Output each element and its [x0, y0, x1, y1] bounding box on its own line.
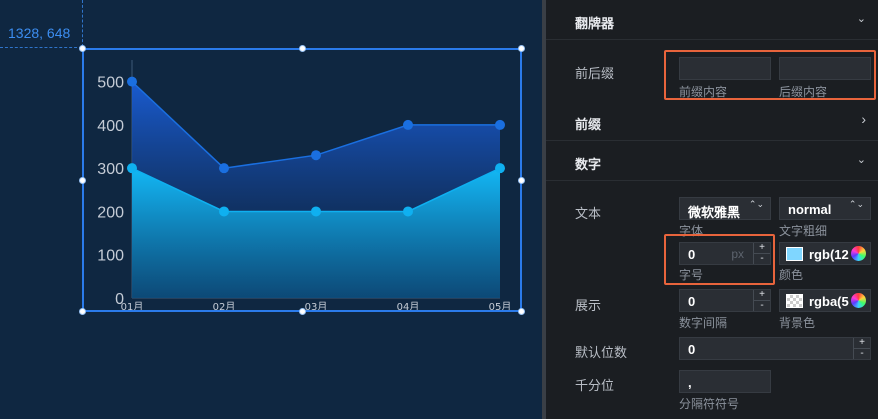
area-chart: 010020030040050001月 02月 03月 04月 05月 — [97, 60, 512, 310]
stepper-buttons[interactable]: + - — [853, 338, 870, 359]
increment-button[interactable]: + — [754, 290, 770, 300]
resize-handle-bottom-right[interactable] — [518, 308, 525, 315]
series-1-point — [219, 163, 229, 174]
thousands-caption: 分隔符符号 — [679, 397, 740, 411]
decimals-label: 默认位数 — [575, 345, 628, 360]
thousands-label: 千分位 — [575, 378, 615, 393]
position-readout: 1328, 648 — [8, 25, 71, 41]
series-1-point — [127, 76, 137, 87]
y-tick-label: 100 — [97, 248, 124, 265]
increment-button[interactable]: + — [854, 338, 870, 348]
font-weight-select[interactable]: normal ⌃⌄ — [779, 197, 871, 220]
decimals-stepper[interactable]: 0 + - — [679, 337, 871, 360]
resize-handle-right[interactable] — [518, 177, 525, 184]
resize-handle-bottom-left[interactable] — [79, 308, 86, 315]
section-flipper-title: 翻牌器 — [575, 16, 615, 31]
color-swatch — [786, 247, 803, 261]
text-label: 文本 — [575, 206, 602, 221]
background-color-picker[interactable]: rgba(5 — [779, 289, 871, 312]
prefix-suffix-label: 前后缀 — [575, 66, 615, 81]
design-canvas[interactable]: 1328, 648 0 100 200 300 400 500 01月 02月 03月 04月 05… — [0, 0, 544, 419]
y-tick-label: 500 — [97, 75, 124, 92]
text-color-picker[interactable]: rgb(12 — [779, 242, 871, 265]
select-arrows-icon: ⌃⌄ — [748, 199, 764, 209]
select-arrows-icon: ⌃⌄ — [848, 199, 864, 209]
section-number-title: 数字 — [575, 157, 602, 172]
section-prefix[interactable]: 前缀 › — [546, 101, 878, 141]
x-tick-label: 03月 — [305, 301, 328, 310]
stepper-buttons[interactable]: + - — [753, 290, 770, 311]
x-tick-label: 05月 — [489, 301, 512, 310]
x-tick-label: 02月 — [213, 301, 236, 310]
guide-line-horizontal — [0, 47, 82, 48]
y-tick-label: 400 — [97, 118, 124, 135]
decrement-button[interactable]: - — [754, 300, 770, 311]
resize-handle-top[interactable] — [299, 45, 306, 52]
chart-widget[interactable]: 0 100 200 300 400 500 01月 02月 03月 04月 05月 — [79, 45, 525, 315]
chevron-down-icon: ⌄ — [856, 154, 866, 166]
series-1-point — [403, 119, 413, 130]
color-caption: 颜色 — [779, 268, 804, 282]
series-2-point — [495, 163, 505, 174]
series-1-point — [311, 150, 321, 161]
property-panel: 翻牌器 ⌄ 前后缀 前缀内容 后缀内容 前缀 › 数字 ⌄ 文本 微软雅黑 ⌃⌄… — [546, 0, 878, 419]
highlight-frame-font-size — [664, 234, 775, 285]
series-2-point — [311, 206, 321, 217]
section-number[interactable]: 数字 ⌄ — [546, 141, 878, 181]
color-wheel-icon[interactable] — [851, 293, 866, 308]
display-label: 展示 — [575, 298, 602, 313]
resize-handle-top-right[interactable] — [518, 45, 525, 52]
series-1-point — [495, 119, 505, 130]
resize-handle-bottom[interactable] — [299, 308, 306, 315]
x-tick-label: 04月 — [397, 301, 420, 310]
chevron-down-icon: ⌄ — [856, 13, 866, 25]
transparent-swatch — [786, 294, 803, 308]
y-tick-label: 300 — [97, 161, 124, 178]
section-flipper[interactable]: 翻牌器 ⌄ — [546, 0, 878, 40]
chevron-right-icon: › — [861, 111, 866, 127]
background-color-caption: 背景色 — [779, 316, 816, 330]
font-weight-caption: 文字粗细 — [779, 224, 828, 238]
series-2-point — [219, 206, 229, 217]
section-prefix-title: 前缀 — [575, 117, 602, 132]
resize-handle-top-left[interactable] — [79, 45, 86, 52]
thousands-separator-input[interactable]: , — [679, 370, 771, 393]
y-tick-label: 200 — [97, 204, 124, 221]
series-2-point — [403, 206, 413, 217]
resize-handle-left[interactable] — [79, 177, 86, 184]
color-wheel-icon[interactable] — [851, 246, 866, 261]
x-tick-label: 01月 — [121, 301, 144, 310]
digit-spacing-stepper[interactable]: 0 + - — [679, 289, 771, 312]
decrement-button[interactable]: - — [854, 348, 870, 359]
guide-line-vertical — [82, 0, 83, 47]
highlight-frame-prefix-suffix — [664, 50, 876, 100]
digit-spacing-caption: 数字间隔 — [679, 316, 728, 330]
series-2-point — [127, 163, 137, 174]
font-family-select[interactable]: 微软雅黑 ⌃⌄ — [679, 197, 771, 220]
